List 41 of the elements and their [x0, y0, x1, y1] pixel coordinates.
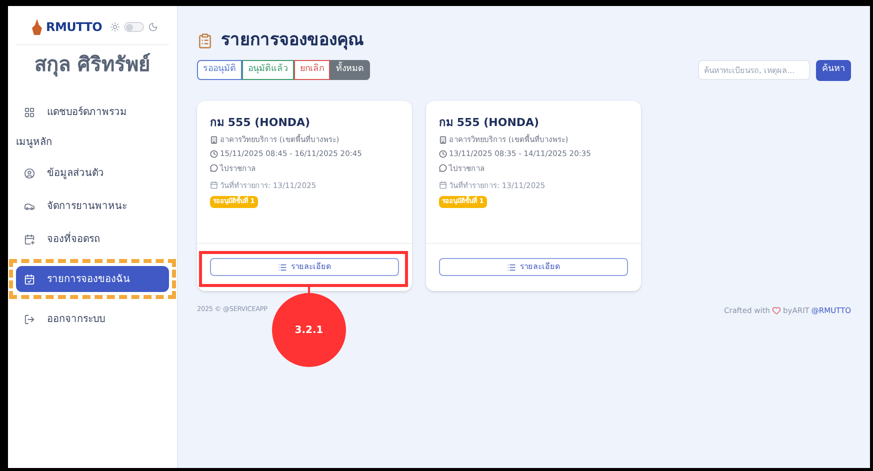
- speech-icon: [439, 164, 447, 172]
- page-title: รายการจองของคุณ: [221, 29, 364, 52]
- sun-icon: [110, 22, 120, 32]
- user-name: สกุล ศิริทรัพย์: [34, 51, 152, 79]
- user-icon: [24, 168, 35, 178]
- building-icon: [210, 136, 218, 144]
- plate-title: กม 555 (HONDA): [210, 114, 312, 130]
- calendar-check-icon: [24, 274, 35, 284]
- filter-tab[interactable]: อนุมัติแล้ว: [242, 60, 294, 80]
- list-icon: [278, 262, 287, 272]
- plate-title: กม 555 (HONDA): [439, 114, 540, 130]
- calendar-icon: [210, 181, 218, 190]
- clipboard-icon: [197, 32, 213, 49]
- filter-tab[interactable]: รออนุมัติ: [197, 60, 242, 80]
- sidebar-item[interactable]: ออกจากระบบ: [16, 306, 169, 332]
- moon-icon: [148, 22, 158, 32]
- logout-icon: [24, 314, 35, 324]
- logo-text: RMUTTO: [46, 19, 102, 36]
- list-icon: [507, 262, 516, 272]
- clock-icon: [210, 150, 218, 158]
- sidebar-item[interactable]: จัดการยานพาหนะ: [16, 193, 169, 219]
- speech-icon: [210, 164, 218, 172]
- sidebar-item[interactable]: รายการจองของฉัน: [16, 266, 169, 292]
- emblem-icon: [32, 19, 42, 35]
- building-icon: [439, 136, 447, 144]
- details-button[interactable]: รายละเอียด: [439, 258, 628, 276]
- search-field[interactable]: ค้นหาทะเบียนรถ, เหตุผล...: [698, 60, 810, 80]
- details-button[interactable]: รายละเอียด: [210, 258, 399, 276]
- sidebar-item[interactable]: จองที่จอดรถ: [16, 226, 169, 252]
- calendar-plus-icon: [24, 234, 35, 244]
- heart-icon: [772, 306, 782, 315]
- filter-tab[interactable]: ทั้งหมด: [330, 60, 370, 80]
- clock-icon: [439, 150, 447, 158]
- menu-section-label: เมนูหลัก: [16, 136, 53, 150]
- search-button[interactable]: ค้นหา: [816, 60, 851, 80]
- sidebar-item[interactable]: แดชบอร์ดภาพรวม: [16, 99, 169, 125]
- theme-toggle[interactable]: [124, 22, 144, 32]
- grid-icon: [24, 106, 35, 118]
- calendar-icon: [439, 181, 447, 190]
- sidebar-item[interactable]: ข้อมูลส่วนตัว: [16, 160, 169, 186]
- filter-tab[interactable]: ยกเลิก: [294, 60, 330, 80]
